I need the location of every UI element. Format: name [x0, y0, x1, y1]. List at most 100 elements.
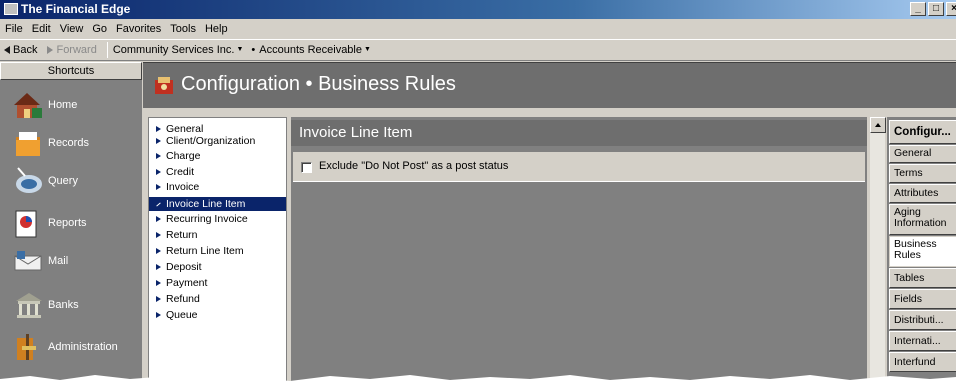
- exclude-do-not-post-checkbox[interactable]: [301, 162, 312, 173]
- organization-dropdown[interactable]: Community Services Inc. ▼: [113, 40, 244, 60]
- module-label: Accounts Receivable: [259, 44, 362, 56]
- expand-arrow-icon: [156, 216, 161, 222]
- expand-arrow-icon: [156, 138, 161, 144]
- shortcut-label: Records: [48, 137, 89, 149]
- tab-aging-information[interactable]: Aging Information: [889, 204, 956, 235]
- tree-item-label: Return Line Item: [166, 245, 244, 257]
- configuration-icon: [155, 77, 173, 94]
- toolbar-divider: [106, 42, 108, 58]
- tab-tables[interactable]: Tables: [889, 268, 956, 288]
- tab-interfund[interactable]: Interfund: [889, 352, 956, 372]
- window-controls: _ □ ×: [910, 2, 956, 16]
- section-title: Invoice Line Item: [291, 120, 867, 146]
- tree-item-recurring-invoice[interactable]: Recurring Invoice: [149, 213, 286, 225]
- tree-item-charge[interactable]: Charge: [149, 150, 286, 162]
- shortcut-home[interactable]: Home: [14, 90, 77, 120]
- shortcut-records[interactable]: Records: [14, 128, 89, 158]
- app-logo-icon: [4, 3, 18, 15]
- tree-item-label: Credit: [166, 166, 195, 178]
- forward-arrow-icon: [47, 46, 54, 54]
- expand-arrow-icon: [156, 126, 161, 132]
- tree-item-label: Deposit: [166, 261, 202, 273]
- menu-edit[interactable]: Edit: [32, 19, 51, 39]
- forward-button[interactable]: Forward: [47, 40, 97, 60]
- menu-view[interactable]: View: [60, 19, 84, 39]
- menu-help[interactable]: Help: [205, 19, 228, 39]
- menu-go[interactable]: Go: [92, 19, 107, 39]
- shortcut-mail[interactable]: Mail: [14, 246, 68, 276]
- records-icon: [16, 132, 40, 156]
- forward-label: Forward: [56, 44, 97, 56]
- tree-item-client-organization[interactable]: Client/Organization: [149, 135, 286, 147]
- tab-general[interactable]: General: [889, 145, 956, 163]
- shortcut-label: Query: [48, 175, 78, 187]
- selected-arrow-icon: [156, 202, 161, 207]
- expand-arrow-icon: [156, 296, 161, 302]
- menu-favorites[interactable]: Favorites: [116, 19, 161, 39]
- shortcut-label: Administration: [48, 341, 118, 353]
- minimize-button[interactable]: _: [910, 2, 926, 16]
- tree-item-label: Charge: [166, 150, 201, 162]
- shortcut-label: Mail: [48, 255, 69, 267]
- chevron-down-icon: ▼: [236, 46, 244, 53]
- shortcut-label: Reports: [48, 217, 87, 229]
- shortcuts-header: Shortcuts: [0, 62, 142, 80]
- tree-item-invoice-line-item[interactable]: Invoice Line Item: [149, 197, 286, 211]
- tree-item-label: Recurring Invoice: [166, 213, 248, 225]
- maximize-button[interactable]: □: [928, 2, 944, 16]
- tree-item-label: Client/Organization: [166, 135, 256, 147]
- exclude-do-not-post-label: Exclude "Do Not Post" as a post status: [319, 160, 509, 172]
- page-header: Configuration • Business Rules: [143, 62, 956, 108]
- tab-international[interactable]: Internati...: [889, 331, 956, 351]
- tree-item-return[interactable]: Return: [149, 229, 286, 241]
- expand-arrow-icon: [156, 153, 161, 159]
- shortcut-query[interactable]: Query: [14, 166, 78, 196]
- module-dropdown[interactable]: • Accounts Receivable ▼: [247, 40, 371, 60]
- mail-icon: [14, 251, 42, 271]
- shortcut-administration[interactable]: Administration: [14, 332, 118, 362]
- tree-item-queue[interactable]: Queue: [149, 309, 286, 321]
- expand-arrow-icon: [156, 264, 161, 270]
- window-title: The Financial Edge: [21, 2, 131, 16]
- tree-item-label: Invoice: [166, 181, 200, 193]
- tree-item-return-line-item[interactable]: Return Line Item: [149, 245, 286, 257]
- tree-item-invoice[interactable]: Invoice: [149, 181, 286, 193]
- expand-arrow-icon: [156, 169, 161, 175]
- menu-file[interactable]: File: [5, 19, 23, 39]
- tree-item-deposit[interactable]: Deposit: [149, 261, 286, 273]
- organization-label: Community Services Inc.: [112, 44, 235, 56]
- tree-item-general[interactable]: General: [149, 123, 286, 135]
- expand-arrow-icon: [156, 280, 161, 286]
- tree-item-credit[interactable]: Credit: [149, 166, 286, 178]
- business-rules-tree: General Client/Organization Charge Credi…: [148, 117, 287, 383]
- tabs-header: Configur...: [889, 120, 956, 144]
- tree-item-refund[interactable]: Refund: [149, 293, 286, 305]
- back-button[interactable]: Back: [4, 40, 37, 60]
- expand-arrow-icon: [156, 232, 161, 238]
- query-icon: [16, 167, 42, 193]
- menu-bar: File Edit View Go Favorites Tools Help: [0, 19, 956, 39]
- administration-icon: [17, 334, 36, 360]
- close-button[interactable]: ×: [946, 2, 956, 16]
- tree-item-payment[interactable]: Payment: [149, 277, 286, 289]
- tree-item-label: Invoice Line Item: [166, 198, 246, 210]
- tab-fields[interactable]: Fields: [889, 289, 956, 309]
- home-icon: [14, 93, 42, 118]
- shortcut-reports[interactable]: Reports: [14, 208, 87, 238]
- shortcut-label: Banks: [48, 299, 79, 311]
- tab-terms[interactable]: Terms: [889, 164, 956, 183]
- banks-icon: [16, 293, 42, 318]
- tab-attributes[interactable]: Attributes: [889, 184, 956, 203]
- tab-business-rules[interactable]: Business Rules: [889, 236, 956, 267]
- menu-tools[interactable]: Tools: [170, 19, 196, 39]
- vertical-scrollbar[interactable]: [869, 117, 886, 383]
- shortcut-banks[interactable]: Banks: [14, 290, 79, 320]
- tab-distributions[interactable]: Distributi...: [889, 310, 956, 330]
- tree-item-label: General: [166, 123, 204, 135]
- back-arrow-icon: [4, 46, 10, 54]
- scroll-up-button[interactable]: [870, 117, 886, 133]
- expand-arrow-icon: [156, 312, 161, 318]
- navigation-toolbar: Back Forward Community Services Inc. ▼ • A…: [0, 39, 956, 61]
- shortcuts-bar: Shortcuts Home Records Query Reports Mai…: [0, 62, 142, 383]
- shortcut-label: Home: [48, 99, 78, 111]
